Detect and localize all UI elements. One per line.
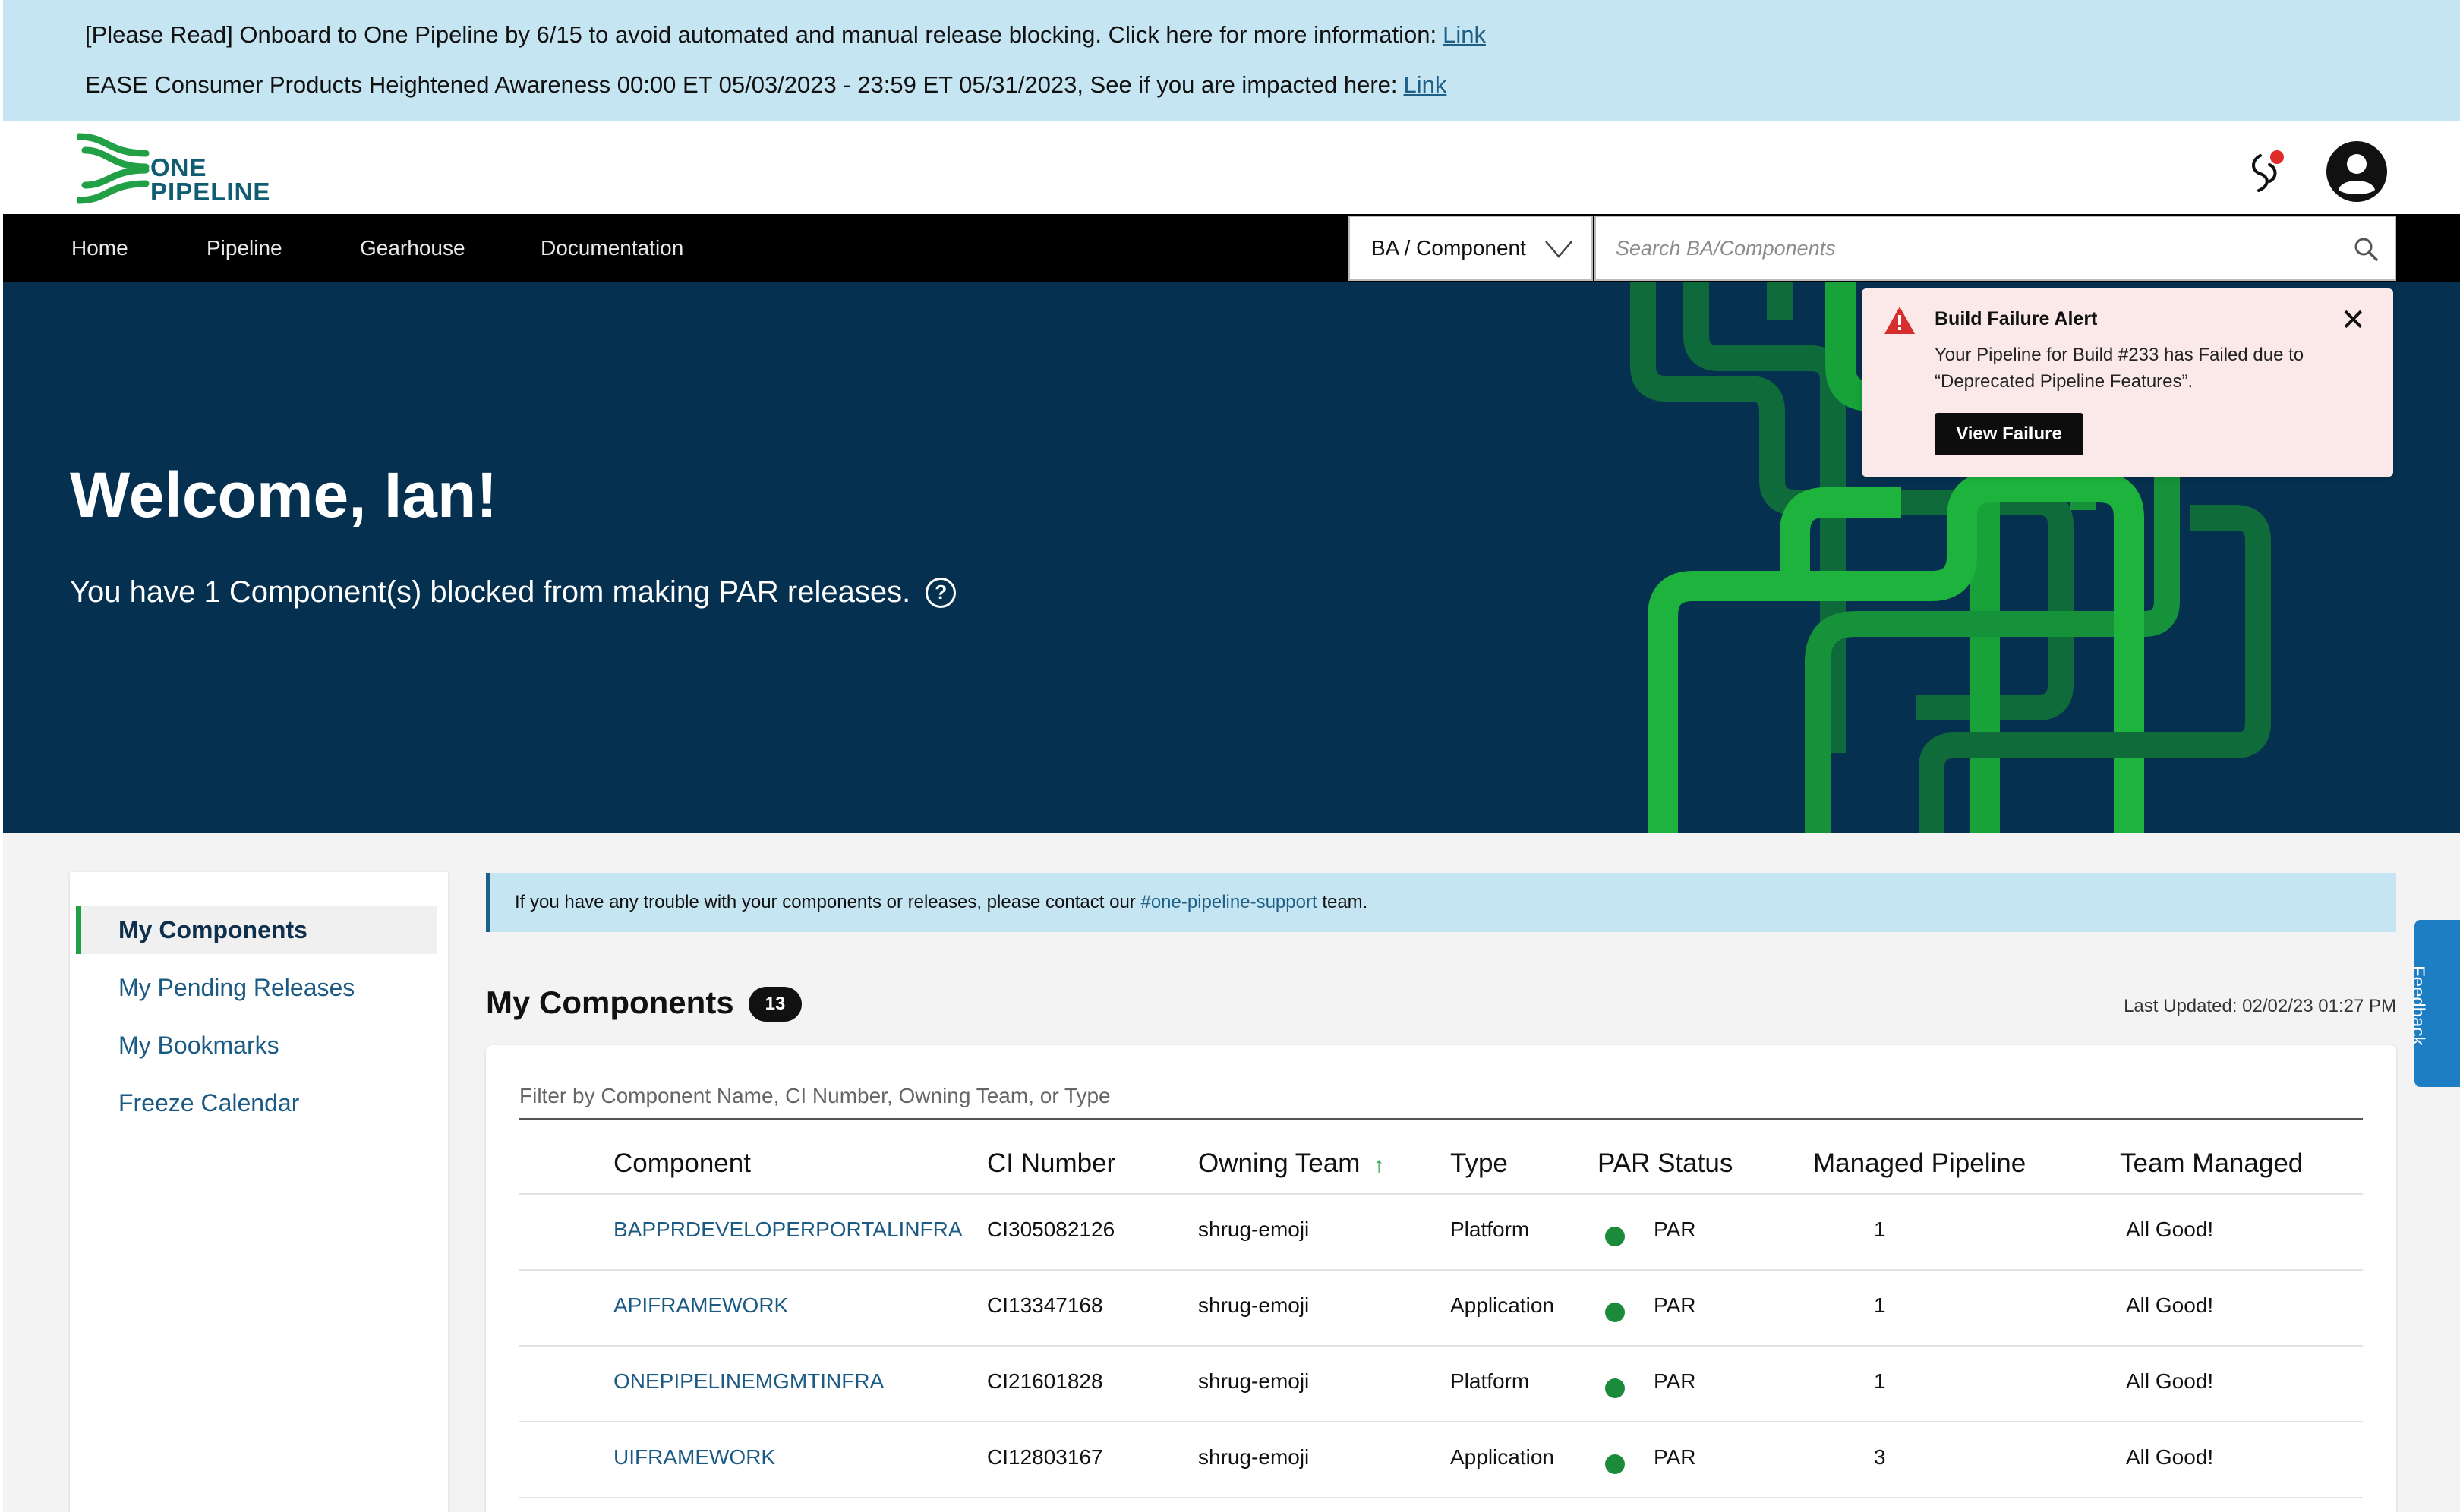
component-type: Application	[1450, 1293, 1554, 1317]
status-dot-icon	[1605, 1303, 1625, 1322]
chevron-down-icon	[1545, 241, 1572, 258]
par-status: PAR	[1654, 1293, 1696, 1317]
component-link[interactable]: APIFRAMEWORK	[613, 1293, 788, 1318]
managed-pipeline: 1	[1874, 1369, 1886, 1393]
notifications-button[interactable]	[2238, 140, 2302, 203]
filter-field	[519, 1076, 2363, 1120]
managed-pipeline: 3	[1874, 1445, 1886, 1469]
alert-title: Build Failure Alert	[1935, 308, 2098, 329]
column-header-type[interactable]: Type	[1450, 1148, 1508, 1179]
build-failure-alert: Build Failure Alert Your Pipeline for Bu…	[1862, 288, 2393, 477]
component-type: Platform	[1450, 1369, 1530, 1393]
component-link[interactable]: ONEPIPELINEMGMTINFRA	[613, 1369, 884, 1394]
search-scope-dropdown[interactable]: BA / Component	[1348, 216, 1593, 281]
ci-number: CI305082126	[987, 1217, 1115, 1241]
component-count-badge: 13	[749, 987, 802, 1022]
par-status: PAR	[1654, 1369, 1696, 1393]
column-header-par-status[interactable]: PAR Status	[1597, 1148, 1733, 1179]
owning-team: shrug-emoji	[1198, 1293, 1310, 1317]
status-dot-icon	[1605, 1454, 1625, 1474]
announcement-line: EASE Consumer Products Heightened Awaren…	[85, 71, 1446, 99]
component-type: Application	[1450, 1445, 1554, 1469]
nav-home[interactable]: Home	[71, 214, 128, 282]
info-text: If you have any trouble with your compon…	[515, 892, 1136, 912]
announcement-text: [Please Read] Onboard to One Pipeline by…	[85, 21, 1437, 48]
notification-pipeline-icon	[2252, 150, 2284, 192]
announcement-link[interactable]: Link	[1443, 21, 1486, 48]
ci-number: CI13347168	[987, 1293, 1103, 1317]
nav-documentation[interactable]: Documentation	[541, 214, 683, 282]
table-row[interactable]: UIFRAMEWORK CI12803167 shrug-emoji Appli…	[519, 1422, 2363, 1498]
warning-icon	[1884, 307, 1915, 334]
column-header-ci-number[interactable]: CI Number	[987, 1148, 1115, 1179]
component-link[interactable]: UIFRAMEWORK	[613, 1445, 775, 1469]
column-header-component[interactable]: Component	[613, 1148, 751, 1179]
logo-word-one: ONE	[150, 153, 207, 181]
last-updated: Last Updated: 02/02/23 01:27 PM	[2124, 996, 2396, 1016]
ci-number: CI12803167	[987, 1445, 1103, 1469]
support-info-banner: If you have any trouble with your compon…	[486, 873, 2396, 932]
team-managed: All Good!	[2126, 1217, 2214, 1241]
info-text-end: team.	[1322, 892, 1368, 912]
logo-word-pipeline: PIPELINE	[150, 178, 271, 206]
close-icon[interactable]: ✕	[2340, 305, 2366, 335]
column-header-team-managed[interactable]: Team Managed	[2120, 1148, 2303, 1179]
components-table-card: Component CI Number Owning Team ↑ Type P…	[486, 1045, 2396, 1512]
nav-pipeline[interactable]: Pipeline	[207, 214, 282, 282]
owning-team: shrug-emoji	[1198, 1369, 1310, 1393]
par-status: PAR	[1654, 1445, 1696, 1469]
owning-team-label: Owning Team	[1198, 1148, 1361, 1178]
team-managed: All Good!	[2126, 1445, 2214, 1469]
view-failure-button[interactable]: View Failure	[1935, 413, 2083, 455]
help-icon[interactable]: ?	[926, 577, 957, 608]
sidebar: My Components My Pending Releases My Boo…	[70, 872, 448, 1512]
sidebar-item-my-components[interactable]: My Components	[76, 906, 437, 954]
pipeline-logo-icon	[77, 133, 150, 204]
team-managed: All Good!	[2126, 1369, 2214, 1393]
feedback-label: Feedback	[2408, 965, 2428, 1046]
welcome-title: Welcome, Ian!	[70, 459, 498, 531]
nav-gearhouse[interactable]: Gearhouse	[360, 214, 465, 282]
sidebar-item-my-pending-releases[interactable]: My Pending Releases	[76, 963, 437, 1012]
search-input[interactable]	[1596, 217, 2325, 279]
owning-team: shrug-emoji	[1198, 1217, 1310, 1241]
section-title: My Components	[486, 984, 734, 1020]
one-pipeline-logo[interactable]: ONE PIPELINE	[77, 131, 290, 206]
app-header: ONE PIPELINE	[3, 121, 2460, 214]
sidebar-item-my-bookmarks[interactable]: My Bookmarks	[76, 1021, 437, 1069]
component-link[interactable]: BAPPRDEVELOPERPORTALINFRA	[613, 1217, 963, 1242]
feedback-tab[interactable]: Feedback	[2408, 920, 2460, 1087]
component-search	[1594, 216, 2396, 281]
announcement-text: EASE Consumer Products Heightened Awaren…	[85, 71, 1398, 98]
sort-ascending-icon: ↑	[1374, 1153, 1385, 1177]
user-avatar-icon	[2326, 141, 2387, 202]
main-content: My Components My Pending Releases My Boo…	[3, 833, 2460, 1512]
blocked-summary-text: You have 1 Component(s) blocked from mak…	[70, 575, 911, 609]
table-row[interactable]: APIFRAMEWORK CI13347168 shrug-emoji Appl…	[519, 1271, 2363, 1347]
table-row[interactable]: ONEPIPELINEMGMTINFRA CI21601828 shrug-em…	[519, 1347, 2363, 1422]
sidebar-item-freeze-calendar[interactable]: Freeze Calendar	[76, 1079, 437, 1127]
user-profile-button[interactable]	[2325, 140, 2389, 203]
announcement-line: [Please Read] Onboard to One Pipeline by…	[85, 21, 1486, 49]
search-icon[interactable]	[2351, 234, 2381, 264]
ci-number: CI21601828	[987, 1369, 1103, 1393]
blocked-summary: You have 1 Component(s) blocked from mak…	[70, 575, 957, 610]
status-dot-icon	[1605, 1378, 1625, 1398]
filter-input[interactable]	[519, 1076, 2363, 1117]
announcement-link[interactable]: Link	[1404, 71, 1447, 98]
column-header-owning-team[interactable]: Owning Team ↑	[1198, 1148, 1384, 1179]
managed-pipeline: 1	[1874, 1217, 1886, 1241]
support-channel-link[interactable]: #one-pipeline-support	[1140, 892, 1317, 912]
status-dot-icon	[1605, 1227, 1625, 1246]
managed-pipeline: 1	[1874, 1293, 1886, 1317]
announcement-banner: [Please Read] Onboard to One Pipeline by…	[3, 0, 2460, 121]
search-scope-label: BA / Component	[1371, 236, 1526, 260]
table-row[interactable]: BAPPRDEVELOPERPORTALINFRA CI305082126 sh…	[519, 1195, 2363, 1271]
owning-team: shrug-emoji	[1198, 1445, 1310, 1469]
alert-message: Your Pipeline for Build #233 has Failed …	[1935, 345, 2304, 392]
par-status: PAR	[1654, 1217, 1696, 1241]
team-managed: All Good!	[2126, 1293, 2214, 1317]
component-type: Platform	[1450, 1217, 1530, 1241]
column-header-managed-pipeline[interactable]: Managed Pipeline	[1813, 1148, 2026, 1179]
